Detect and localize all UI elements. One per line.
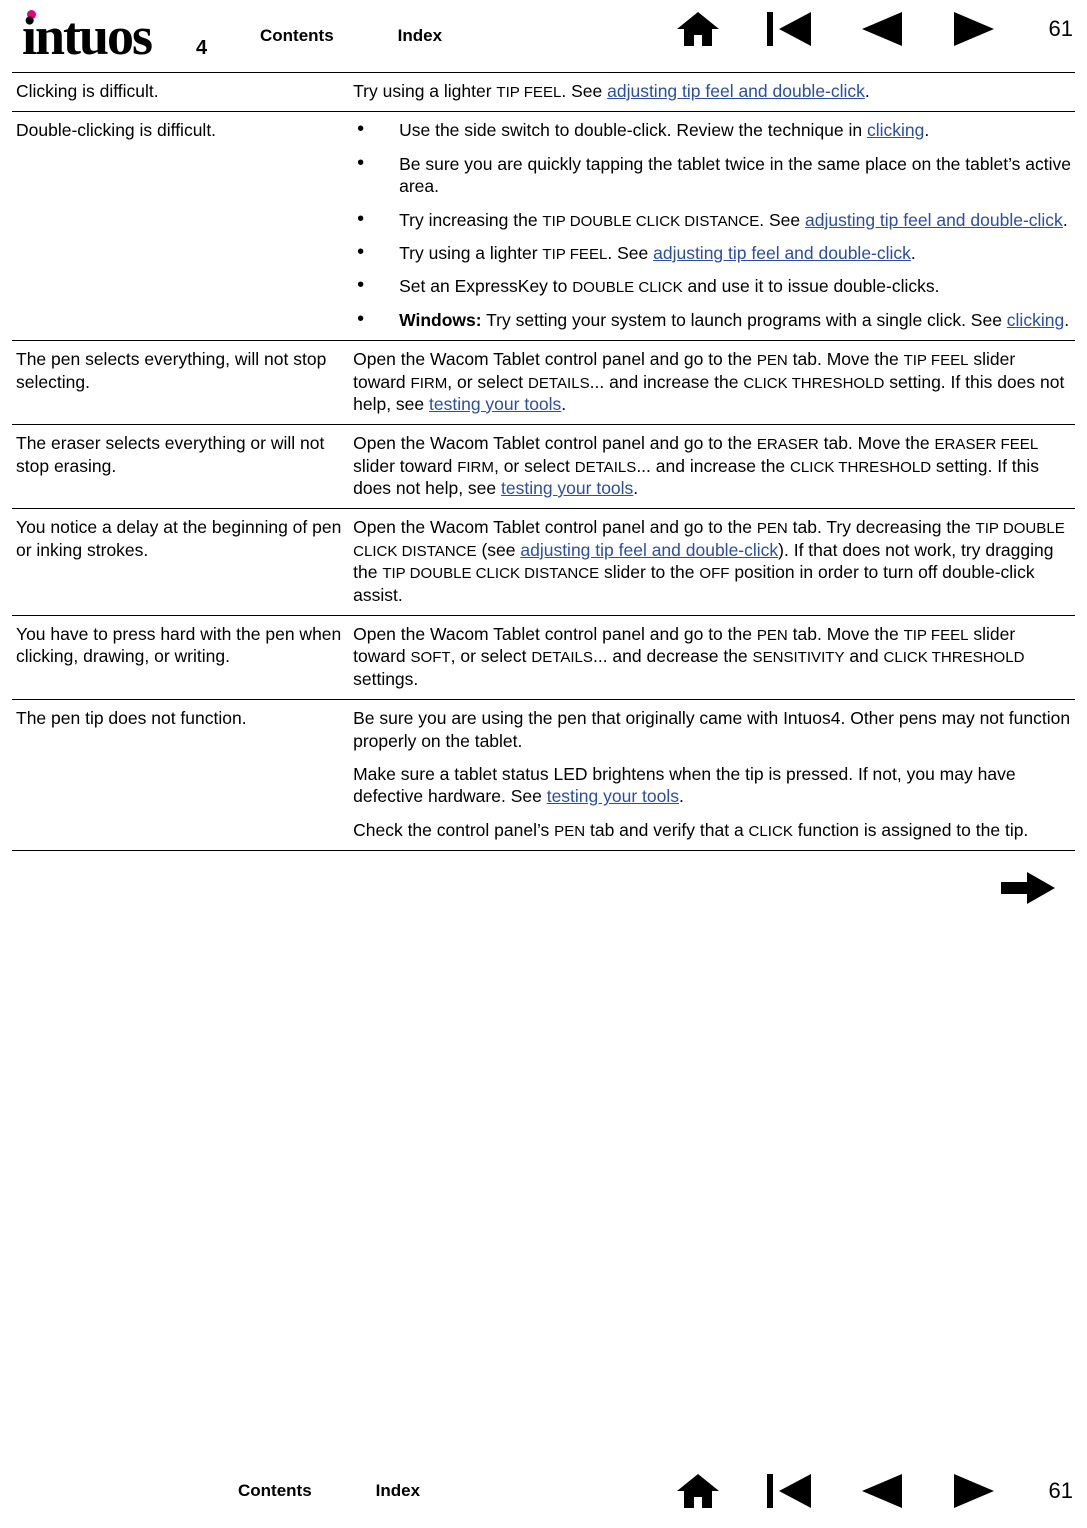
home-icon[interactable] <box>675 1468 721 1514</box>
header-page-number: 61 <box>1048 16 1073 41</box>
problem-cell: The pen selects everything, will not sto… <box>12 340 350 425</box>
problem-cell: The eraser selects everything or will no… <box>12 424 350 509</box>
page-footer: Contents Index 61 <box>0 1464 1087 1518</box>
table-row: You notice a delay at the beginning of p… <box>12 508 1075 616</box>
solution-cell: Open the Wacom Tablet control panel and … <box>349 508 1075 616</box>
logo-version: 4 <box>196 37 208 59</box>
solution-cell: Open the Wacom Tablet control panel and … <box>349 615 1075 700</box>
header-icon-bar: 61 <box>675 6 1073 52</box>
next-page-arrow-icon[interactable] <box>1001 871 1057 905</box>
table-row: The pen selects everything, will not sto… <box>12 340 1075 425</box>
footer-icon-bar: 61 <box>675 1468 1073 1514</box>
header-nav: Contents Index <box>260 26 442 46</box>
next-arrow-area <box>12 871 1075 905</box>
footer-index-link[interactable]: Index <box>376 1481 420 1501</box>
problem-cell: You notice a delay at the beginning of p… <box>12 508 350 616</box>
home-icon[interactable] <box>675 6 721 52</box>
problem-cell: Clicking is difficult. <box>12 71 350 112</box>
table-row: Clicking is difficult. Try using a lighte… <box>12 71 1075 112</box>
header-index-link[interactable]: Index <box>398 26 442 46</box>
problem-cell: You have to press hard with the pen when… <box>12 615 350 700</box>
solution-cell: Open the Wacom Tablet control panel and … <box>349 424 1075 509</box>
troubleshooting-table: Clicking is difficult. Try using a lighte… <box>12 71 1075 852</box>
table-row: The eraser selects everything or will no… <box>12 424 1075 509</box>
header-contents-link[interactable]: Contents <box>260 26 334 46</box>
logo-wordmark: intuos <box>22 6 153 66</box>
solution-cell: Open the Wacom Tablet control panel and … <box>349 340 1075 425</box>
back-icon[interactable] <box>766 1468 813 1514</box>
footer-page-number: 61 <box>1048 1478 1073 1503</box>
intuos-logo: intuos 4 <box>14 8 224 64</box>
table-row: You have to press hard with the pen when… <box>12 615 1075 700</box>
previous-page-icon[interactable] <box>859 6 905 52</box>
footer-nav: Contents Index <box>238 1481 420 1501</box>
previous-page-icon[interactable] <box>859 1468 905 1514</box>
table-row: Double-clicking is difficult.Use the sid… <box>12 111 1075 341</box>
problem-cell: The pen tip does not function. <box>12 699 350 852</box>
solution-cell: Be sure you are using the pen that origi… <box>349 699 1075 852</box>
footer-contents-link[interactable]: Contents <box>238 1481 312 1501</box>
table-row: The pen tip does not function. Be sure yo… <box>12 699 1075 852</box>
solution-cell: Use the side switch to double-click. Rev… <box>349 111 1075 341</box>
page-content: Clicking is difficult. Try using a lighte… <box>0 71 1087 905</box>
back-icon[interactable] <box>766 6 813 52</box>
page-header: intuos 4 Contents Index 61 <box>0 0 1087 72</box>
next-page-icon[interactable] <box>951 1468 997 1514</box>
problem-cell: Double-clicking is difficult. <box>12 111 350 341</box>
next-page-icon[interactable] <box>951 6 997 52</box>
solution-cell: Try using a lighter Tip Feel. See adjust… <box>349 71 1075 112</box>
